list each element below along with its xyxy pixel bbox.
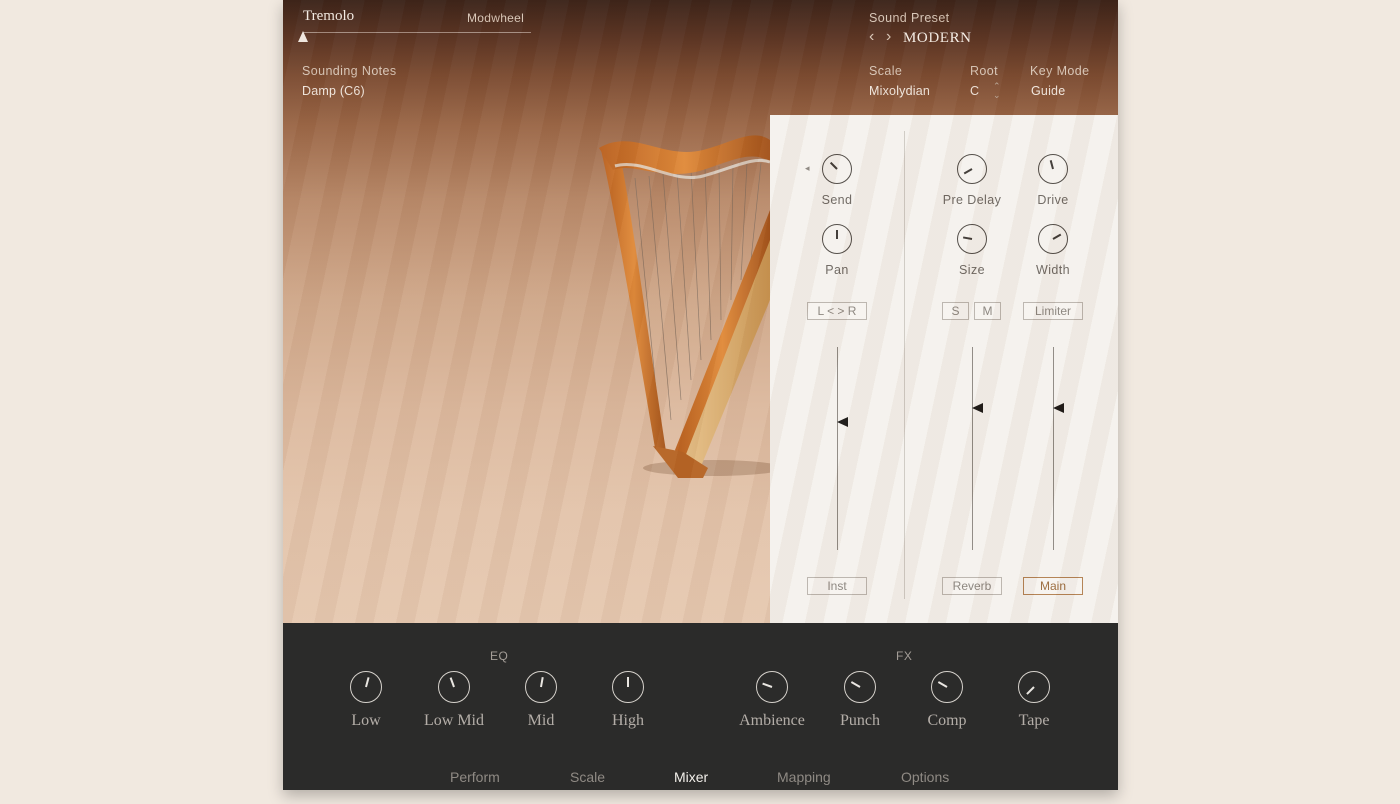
send-marker-icon: ◂	[805, 163, 810, 173]
inst-fader-track[interactable]	[837, 347, 838, 550]
drive-knob[interactable]	[1038, 154, 1068, 184]
modwheel-assignment[interactable]: Modwheel	[467, 11, 524, 25]
scale-label: Scale	[869, 64, 903, 78]
stereo-swap-button[interactable]: L < > R	[807, 302, 867, 320]
tab-perform[interactable]: Perform	[450, 769, 500, 785]
tremolo-label: Tremolo	[303, 8, 355, 24]
tremolo-slider-handle[interactable]	[298, 31, 308, 42]
inst-channel-button[interactable]: Inst	[807, 577, 867, 595]
main-fader-track[interactable]	[1053, 347, 1054, 550]
width-label: Width	[1036, 263, 1070, 277]
root-stepper-icon[interactable]: ⌃ ⌄	[993, 82, 1001, 100]
scale-value[interactable]: Mixolydian	[869, 84, 930, 98]
pan-knob[interactable]	[822, 224, 852, 254]
fx-comp-label: Comp	[927, 712, 967, 729]
fx-ambience-label: Ambience	[739, 712, 805, 729]
fx-ambience-knob[interactable]	[756, 671, 788, 703]
eq-low-mid-knob[interactable]	[438, 671, 470, 703]
bottom-control-panel: EQ FX Low Low Mid Mid High Ambience Punc…	[283, 623, 1118, 790]
fx-punch-label: Punch	[840, 712, 880, 729]
main-channel-button[interactable]: Main	[1023, 577, 1083, 595]
eq-mid-label: Mid	[527, 712, 555, 729]
eq-low-mid-label: Low Mid	[424, 712, 484, 729]
inst-fader-handle[interactable]	[837, 417, 848, 428]
width-knob[interactable]	[1038, 224, 1068, 254]
instrument-stage: Tremolo Modwheel Sounding Notes Damp (C6…	[283, 0, 1118, 623]
root-label: Root	[970, 64, 999, 78]
harp-instrument-plugin: Tremolo Modwheel Sounding Notes Damp (C6…	[283, 0, 1118, 790]
pre-delay-knob[interactable]	[957, 154, 987, 184]
tab-options[interactable]: Options	[901, 769, 949, 785]
tab-mapping[interactable]: Mapping	[777, 769, 831, 785]
root-value[interactable]: C	[970, 84, 979, 98]
size-label: Size	[959, 263, 985, 277]
key-mode-label: Key Mode	[1030, 64, 1090, 78]
reverb-mute-button[interactable]: M	[974, 302, 1001, 320]
sound-preset-label: Sound Preset	[869, 11, 950, 25]
main-fader-handle[interactable]	[1053, 402, 1064, 413]
key-mode-value[interactable]: Guide	[1031, 84, 1065, 98]
send-knob[interactable]	[822, 154, 852, 184]
mixer-panel: ◂ Send Pan L < > R Inst Pre Delay Size S…	[770, 115, 1118, 623]
pre-delay-label: Pre Delay	[942, 193, 1002, 207]
send-label: Send	[821, 193, 853, 207]
eq-high-label: High	[612, 712, 644, 729]
pan-label: Pan	[825, 263, 849, 277]
reverb-fader-track[interactable]	[972, 347, 973, 550]
tab-scale[interactable]: Scale	[570, 769, 605, 785]
reverb-solo-button[interactable]: S	[942, 302, 969, 320]
eq-low-knob[interactable]	[350, 671, 382, 703]
reverb-fader-handle[interactable]	[972, 402, 983, 413]
sounding-notes-label: Sounding Notes	[302, 64, 397, 78]
eq-high-knob[interactable]	[612, 671, 644, 703]
fx-title: FX	[896, 649, 913, 663]
tab-mixer[interactable]: Mixer	[674, 769, 708, 785]
sounding-notes-value[interactable]: Damp (C6)	[302, 84, 365, 98]
preset-next-icon[interactable]: ›	[886, 28, 891, 46]
fx-tape-knob[interactable]	[1018, 671, 1050, 703]
eq-mid-knob[interactable]	[525, 671, 557, 703]
preset-prev-icon[interactable]: ‹	[869, 28, 874, 46]
sound-preset-name[interactable]: MODERN	[903, 30, 972, 47]
reverb-channel-button[interactable]: Reverb	[942, 577, 1002, 595]
tremolo-slider-track[interactable]	[303, 32, 531, 33]
mixer-divider	[904, 131, 905, 599]
eq-title: EQ	[490, 649, 509, 663]
fx-comp-knob[interactable]	[931, 671, 963, 703]
drive-label: Drive	[1037, 193, 1069, 207]
size-knob[interactable]	[957, 224, 987, 254]
limiter-button[interactable]: Limiter	[1023, 302, 1083, 320]
fx-tape-label: Tape	[1018, 712, 1050, 729]
eq-low-label: Low	[351, 712, 381, 729]
fx-punch-knob[interactable]	[844, 671, 876, 703]
